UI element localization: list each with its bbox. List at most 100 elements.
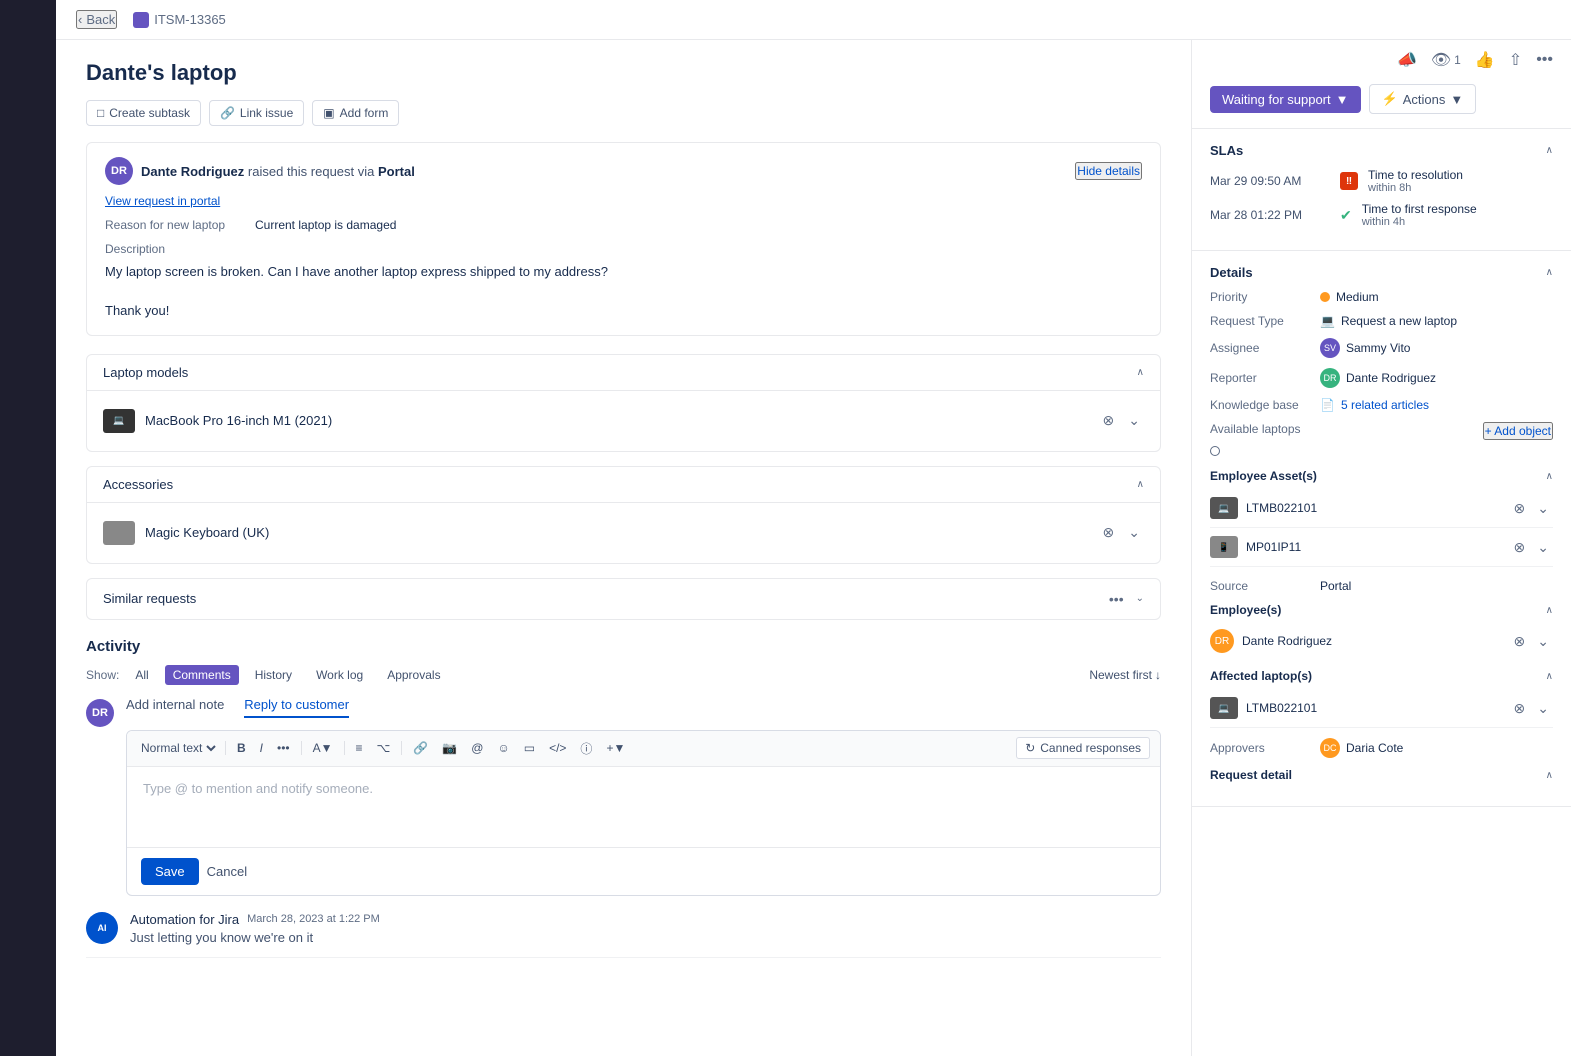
toolbar-divider-3 — [344, 741, 345, 755]
employee-expand-button[interactable]: ⌄ — [1533, 631, 1553, 652]
numbered-list-button[interactable]: ⌥ — [372, 738, 396, 758]
ticket-id-label: ITSM-13365 — [154, 12, 226, 27]
activity-automation-item: AI Automation for Jira March 28, 2023 at… — [86, 912, 1161, 958]
filter-worklog-button[interactable]: Work log — [308, 665, 371, 685]
more-icon-button[interactable]: ••• — [1536, 51, 1553, 69]
affected-asset-icon: 💻 — [1210, 697, 1238, 719]
employee-row: DR Dante Rodriguez ⊗ ⌄ — [1210, 623, 1553, 659]
laptop-item-link-icon[interactable]: ⊗ — [1099, 410, 1119, 431]
watch-icon-button[interactable]: 👁 — [1431, 50, 1451, 70]
ticket-panel: Dante's laptop □ Create subtask 🔗 Link i… — [56, 40, 1191, 1056]
knowledge-base-field: Knowledge base 📄 5 related articles — [1210, 398, 1553, 412]
accessories-header[interactable]: Accessories ∧ — [87, 467, 1160, 502]
sla-resolution-row: Mar 29 09:50 AM ‼ Time to resolution wit… — [1210, 168, 1553, 194]
editor-body[interactable]: Type @ to mention and notify someone. — [127, 767, 1160, 847]
accessories-content: Magic Keyboard (UK) ⊗ ⌄ — [87, 502, 1160, 563]
reporter-label: Reporter — [1210, 371, 1320, 385]
text-color-button[interactable]: A▼ — [308, 738, 338, 758]
ticket-type-icon — [133, 12, 149, 28]
toolbar-divider-2 — [301, 741, 302, 755]
affected-asset-name: LTMB022101 — [1246, 701, 1502, 715]
mention-button[interactable]: @ — [466, 738, 488, 758]
canned-responses-button[interactable]: ↻ Canned responses — [1016, 737, 1150, 759]
sla2-info: Time to first response within 4h — [1362, 202, 1477, 228]
link-button[interactable]: 🔗 — [408, 738, 433, 758]
italic-button[interactable]: I — [255, 738, 268, 758]
reply-customer-tab[interactable]: Reply to customer — [244, 697, 349, 718]
activity-header: Activity — [86, 638, 1161, 655]
similar-requests-title: Similar requests — [103, 591, 196, 606]
similar-requests-more-icon[interactable]: ••• — [1105, 589, 1128, 609]
sla2-label: Time to first response — [1362, 202, 1477, 216]
table-button[interactable]: ▭ — [519, 738, 540, 758]
save-button[interactable]: Save — [141, 858, 199, 885]
description-section: Description My laptop screen is broken. … — [105, 242, 1142, 321]
assignee-avatar: SV — [1320, 338, 1340, 358]
employee-name: Dante Rodriguez — [1242, 634, 1332, 648]
asset2-row: 📱 MP01IP11 ⊗ ⌄ — [1210, 528, 1553, 567]
asset1-link-button[interactable]: ⊗ — [1510, 498, 1530, 519]
filter-all-button[interactable]: All — [127, 665, 156, 685]
emoji-button[interactable]: ☺ — [492, 738, 514, 758]
affected-asset-expand-button[interactable]: ⌄ — [1533, 698, 1553, 719]
similar-requests-section: Similar requests ••• ⌄ — [86, 578, 1161, 620]
accessory-item-expand-icon[interactable]: ⌄ — [1124, 522, 1144, 543]
status-button[interactable]: Waiting for support ▼ — [1210, 86, 1361, 113]
form-icon: ▣ — [323, 106, 334, 120]
thumbsup-icon-button[interactable]: 👍 — [1475, 50, 1495, 70]
asset2-icon: 📱 — [1210, 536, 1238, 558]
priority-label: Priority — [1210, 290, 1320, 304]
asset2-expand-button[interactable]: ⌄ — [1533, 537, 1553, 558]
sla-section-chevron[interactable]: ∧ — [1546, 145, 1553, 156]
employee-assets-chevron[interactable]: ∧ — [1546, 471, 1553, 482]
bold-button[interactable]: B — [232, 738, 251, 758]
share-icon-button[interactable]: ⇧ — [1509, 50, 1522, 70]
code-button[interactable]: </> — [544, 738, 571, 758]
bullet-list-button[interactable]: ≡ — [351, 738, 368, 758]
laptop-item-expand-icon[interactable]: ⌄ — [1124, 410, 1144, 431]
back-button[interactable]: ‹ Back — [76, 10, 117, 29]
filter-history-button[interactable]: History — [247, 665, 300, 685]
request-detail-chevron[interactable]: ∧ — [1546, 770, 1553, 781]
actions-button[interactable]: ⚡ Actions ▼ — [1369, 84, 1477, 114]
link-issue-button[interactable]: 🔗 Link issue — [209, 100, 304, 126]
employee-assets-header: Employee Asset(s) ∧ — [1210, 469, 1553, 483]
add-object-button[interactable]: + Add object — [1483, 422, 1553, 440]
asset2-link-button[interactable]: ⊗ — [1510, 537, 1530, 558]
approver-avatar: DC — [1320, 738, 1340, 758]
employees-chevron[interactable]: ∧ — [1546, 605, 1553, 616]
internal-note-tab[interactable]: Add internal note — [126, 697, 224, 718]
more-button[interactable]: +▼ — [601, 738, 630, 758]
asset1-expand-button[interactable]: ⌄ — [1533, 498, 1553, 519]
image-button[interactable]: 📷 — [437, 738, 462, 758]
laptop-models-header[interactable]: Laptop models ∧ — [87, 355, 1160, 390]
accessory-item-link-icon[interactable]: ⊗ — [1099, 522, 1119, 543]
order-button[interactable]: Newest first ↓ — [1089, 668, 1161, 682]
affected-laptops-chevron[interactable]: ∧ — [1546, 671, 1553, 682]
accessories-section: Accessories ∧ Magic Keyboard (UK) ⊗ ⌄ — [86, 466, 1161, 564]
employee-link-button[interactable]: ⊗ — [1510, 631, 1530, 652]
text-format-select[interactable]: Normal text — [137, 740, 219, 756]
filter-approvals-button[interactable]: Approvals — [379, 665, 448, 685]
cancel-button[interactable]: Cancel — [207, 864, 247, 879]
megaphone-icon-button[interactable]: 📣 — [1397, 50, 1417, 70]
filter-comments-button[interactable]: Comments — [165, 665, 239, 685]
hide-details-button[interactable]: Hide details — [1075, 162, 1142, 180]
create-subtask-button[interactable]: □ Create subtask — [86, 100, 201, 126]
activity-section: Activity Show: All Comments History Work… — [86, 638, 1161, 958]
affected-asset-link-button[interactable]: ⊗ — [1510, 698, 1530, 719]
asset1-icon: 💻 — [1210, 497, 1238, 519]
view-portal-link[interactable]: View request in portal — [105, 194, 220, 208]
employee-assets-label: Employee Asset(s) — [1210, 469, 1317, 483]
info-button[interactable]: ⓘ — [575, 737, 597, 760]
approvers-field: Approvers DC Daria Cote — [1210, 738, 1553, 758]
details-section-chevron[interactable]: ∧ — [1546, 267, 1553, 278]
automation-text: Just letting you know we're on it — [130, 930, 1161, 945]
knowledge-base-label: Knowledge base — [1210, 398, 1320, 412]
action-toolbar: □ Create subtask 🔗 Link issue ▣ Add form — [86, 100, 1161, 126]
automation-meta: Automation for Jira March 28, 2023 at 1:… — [130, 912, 1161, 927]
add-form-button[interactable]: ▣ Add form — [312, 100, 399, 126]
similar-requests-header[interactable]: Similar requests ••• ⌄ — [87, 579, 1160, 619]
sla-first-response-row: Mar 28 01:22 PM ✔ Time to first response… — [1210, 202, 1553, 228]
more-text-button[interactable]: ••• — [272, 738, 295, 758]
